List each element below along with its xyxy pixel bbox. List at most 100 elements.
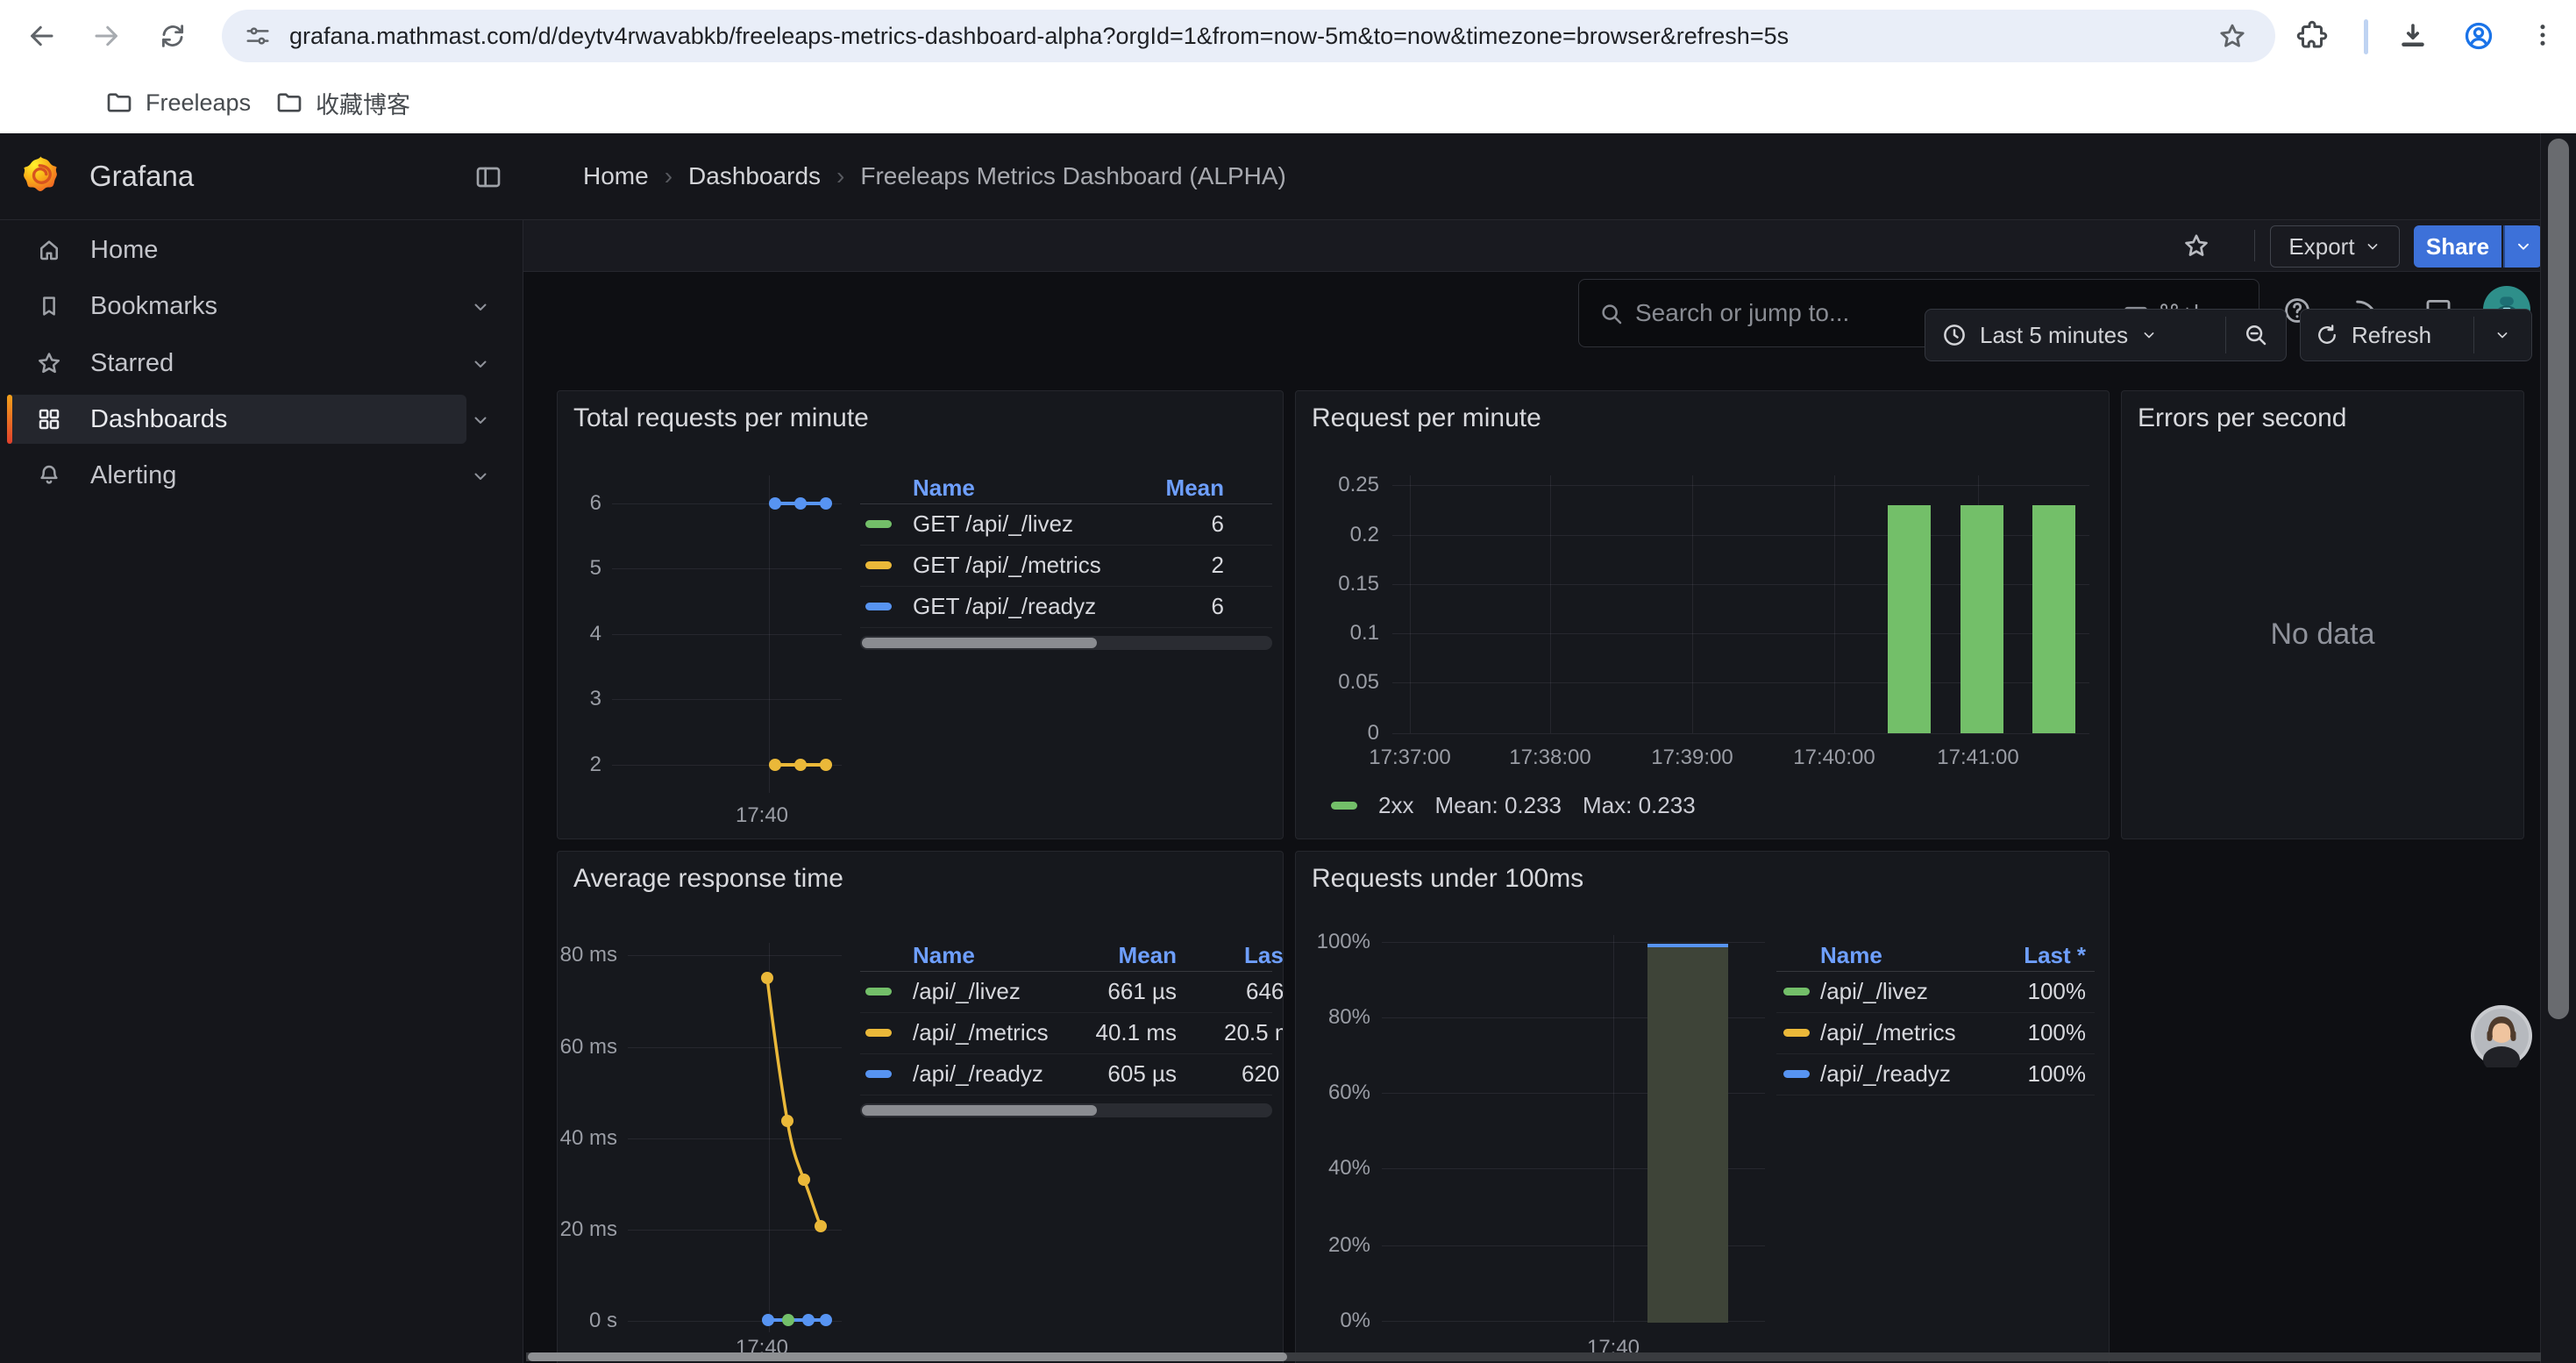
- series-color-pill: [865, 603, 892, 610]
- chevron-down-icon[interactable]: [470, 296, 491, 318]
- breadcrumb-dashboards[interactable]: Dashboards: [688, 162, 821, 190]
- forward-arrow-icon: [91, 20, 123, 52]
- legend-series-name[interactable]: GET /api/_/metrics: [913, 545, 1101, 586]
- legend-header-last[interactable]: Las: [1244, 939, 1284, 971]
- bar-under-100ms: [1647, 944, 1728, 1323]
- export-button[interactable]: Export: [2270, 225, 2400, 268]
- favorite-star-icon[interactable]: [2182, 232, 2210, 260]
- sidebar-dock-toggle-icon[interactable]: [474, 163, 502, 191]
- legend-series-name[interactable]: /api/_/readyz: [1820, 1053, 1951, 1095]
- sidebar-item-starred[interactable]: Starred: [7, 339, 466, 388]
- gridline: [1392, 485, 2089, 486]
- y-axis-tick: 0: [1296, 721, 1379, 746]
- refresh-interval-caret-button[interactable]: [2474, 310, 2530, 360]
- y-axis-tick: 0.25: [1296, 473, 1379, 497]
- extensions-puzzle-icon[interactable]: [2296, 20, 2328, 52]
- legend-series-name[interactable]: /api/_/metrics: [913, 1012, 1049, 1053]
- gridline: [1410, 475, 1411, 733]
- horizontal-scrollbar-track[interactable]: [526, 1352, 2541, 1361]
- legend-mean-value: 6: [1212, 503, 1224, 545]
- legend-series-name[interactable]: /api/_/metrics: [1820, 1012, 1956, 1053]
- grafana-logo[interactable]: [19, 154, 61, 196]
- dashboards-grid-icon: [36, 406, 62, 432]
- sidebar-item-alerting[interactable]: Alerting: [7, 451, 466, 500]
- vertical-scrollbar-thumb[interactable]: [2548, 139, 2569, 1019]
- legend-max: Max: 0.233: [1583, 792, 1696, 819]
- floating-assistant-avatar[interactable]: [2470, 1004, 2533, 1067]
- legend-series-name[interactable]: GET /api/_/livez: [913, 503, 1073, 545]
- chevron-down-icon[interactable]: [470, 353, 491, 375]
- legend-mean-value: 661 µs: [1107, 971, 1177, 1012]
- legend-series-name[interactable]: /api/_/readyz: [913, 1053, 1043, 1095]
- legend-header-name[interactable]: Name: [1820, 939, 1882, 971]
- browser-menu-dots-icon[interactable]: [2529, 21, 2557, 49]
- y-axis-tick: 60%: [1296, 1081, 1370, 1105]
- panel-title[interactable]: Requests under 100ms: [1312, 864, 1583, 894]
- horizontal-scrollbar-thumb[interactable]: [528, 1352, 1287, 1361]
- sidebar-item-label: Dashboards: [90, 395, 227, 444]
- gridline: [612, 634, 842, 635]
- breadcrumb-separator-icon: ›: [649, 162, 688, 190]
- sidebar-item-label: Home: [90, 225, 158, 275]
- x-axis-tick: 17:37:00: [1348, 746, 1471, 770]
- time-range-picker[interactable]: Last 5 minutes: [1925, 310, 2224, 360]
- y-axis-tick: 0.15: [1296, 572, 1379, 596]
- legend-horizontal-scrollbar[interactable]: [860, 1103, 1272, 1117]
- share-button[interactable]: Share: [2414, 225, 2501, 268]
- legend-header-last[interactable]: Last *: [2024, 939, 2086, 971]
- bookmark-folder-freeleaps[interactable]: Freeleaps: [93, 80, 263, 125]
- sidebar-item-home[interactable]: Home: [7, 225, 466, 275]
- legend-header-mean[interactable]: Mean: [1166, 472, 1224, 503]
- bookmark-star-icon[interactable]: [2217, 21, 2247, 51]
- series-color-pill: [1783, 1070, 1810, 1078]
- legend-horizontal-scrollbar[interactable]: [860, 636, 1272, 650]
- url-text[interactable]: grafana.mathmast.com/d/deytv4rwavabkb/fr…: [289, 10, 1789, 62]
- bookmark-folder-blogs[interactable]: 收藏博客: [263, 80, 423, 125]
- x-axis-tick: 17:40: [701, 803, 823, 828]
- breadcrumb-home[interactable]: Home: [583, 162, 649, 190]
- toolbar-separator: [2254, 230, 2255, 261]
- share-menu-caret-button[interactable]: [2503, 225, 2542, 268]
- legend-series-name[interactable]: /api/_/livez: [913, 971, 1021, 1012]
- time-range-controls: Last 5 minutes: [1925, 309, 2287, 361]
- site-settings-icon[interactable]: [245, 23, 271, 49]
- browser-forward-button[interactable]: [88, 17, 126, 55]
- legend-header-name[interactable]: Name: [913, 939, 975, 971]
- profile-avatar-icon[interactable]: [2463, 20, 2494, 52]
- gridline: [1834, 475, 1835, 733]
- legend-header-mean[interactable]: Mean: [1119, 939, 1177, 971]
- toolbar-separator: [2364, 19, 2368, 54]
- download-icon[interactable]: [2397, 20, 2429, 52]
- breadcrumb-separator-icon: ›: [821, 162, 860, 190]
- sidebar-item-dashboards[interactable]: Dashboards: [7, 395, 466, 444]
- legend-header-row: Name Mean: [860, 472, 1272, 504]
- sidebar-item-bookmarks[interactable]: Bookmarks: [7, 282, 466, 331]
- gridline: [1382, 942, 1765, 943]
- refresh-button[interactable]: Refresh: [2301, 310, 2473, 360]
- browser-reload-button[interactable]: [153, 17, 192, 55]
- legend-series-name[interactable]: 2xx: [1378, 792, 1413, 819]
- panel-legend: 2xx Mean: 0.233 Max: 0.233: [1331, 789, 1696, 821]
- legend-header-name[interactable]: Name: [913, 472, 975, 503]
- panel-title[interactable]: Errors per second: [2138, 403, 2346, 433]
- grafana-brand-text: Grafana: [89, 133, 194, 219]
- legend-series-name[interactable]: GET /api/_/readyz: [913, 586, 1096, 627]
- legend-series-name[interactable]: /api/_/livez: [1820, 971, 1928, 1012]
- panel-title[interactable]: Total requests per minute: [573, 403, 869, 433]
- panel-average-response-time: Average response time 80 ms 60 ms 40 ms …: [557, 851, 1284, 1363]
- legend-row: /api/_/metrics 40.1 ms 20.5 ms: [860, 1012, 1272, 1054]
- browser-back-button[interactable]: [22, 17, 60, 55]
- time-zoom-out-button[interactable]: [2226, 310, 2285, 360]
- legend-mean-value: 40.1 ms: [1096, 1012, 1178, 1053]
- address-bar[interactable]: grafana.mathmast.com/d/deytv4rwavabkb/fr…: [222, 10, 2275, 62]
- bookmark-label: Freeleaps: [146, 89, 251, 117]
- application-window: grafana.mathmast.com/d/deytv4rwavabkb/fr…: [0, 0, 2576, 1363]
- vertical-scrollbar-track[interactable]: [2540, 133, 2576, 1363]
- search-icon: [1598, 301, 1625, 327]
- panel-title[interactable]: Request per minute: [1312, 403, 1541, 433]
- bar-2xx: [1888, 505, 1931, 733]
- series-color-pill: [865, 520, 892, 528]
- refresh-controls: Refresh: [2300, 309, 2532, 361]
- chevron-down-icon[interactable]: [470, 410, 491, 431]
- chevron-down-icon[interactable]: [470, 466, 491, 487]
